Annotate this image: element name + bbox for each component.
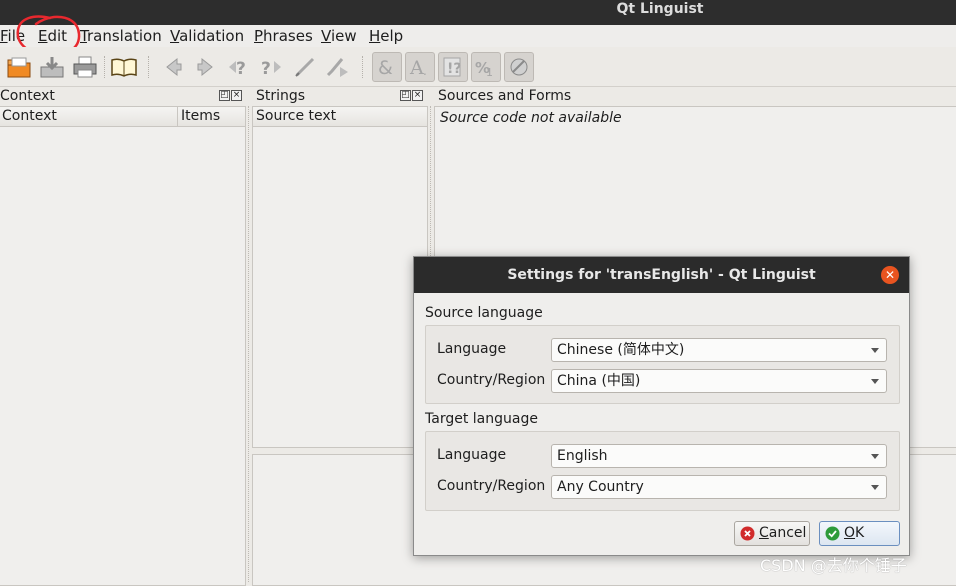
target-language-label: Language — [437, 447, 507, 463]
cancel-label: ancel — [768, 525, 807, 541]
previous-icon[interactable] — [158, 52, 188, 82]
target-country-value: Any Country — [557, 479, 644, 495]
menu-bar: File Edit Translation Validation Phrases… — [0, 25, 956, 47]
source-language-combo[interactable]: Chinese (简体中文) — [551, 338, 887, 362]
menu-view[interactable]: View — [321, 26, 357, 46]
splitter-handle[interactable] — [248, 106, 251, 582]
dropdown-arrow-icon — [871, 348, 879, 353]
ok-mnemonic: O — [844, 525, 856, 541]
target-language-group-label: Target language — [425, 411, 538, 427]
dropdown-arrow-icon — [871, 454, 879, 459]
menu-help-mnemonic: H — [369, 27, 381, 45]
menu-validation-mnemonic: V — [170, 27, 180, 45]
next-unfinished-icon[interactable]: ? — [257, 52, 287, 82]
svg-text:.: . — [423, 64, 427, 78]
menu-view-label: iew — [330, 27, 357, 45]
source-language-value: Chinese (简体中文) — [557, 342, 685, 358]
menu-help[interactable]: Help — [369, 26, 403, 46]
context-column-header[interactable]: Context — [2, 108, 57, 124]
source-language-group-label: Source language — [425, 305, 543, 321]
svg-text:?: ? — [236, 59, 246, 79]
toolbar-separator — [104, 56, 106, 78]
target-country-label: Country/Region — [437, 478, 546, 494]
window-titlebar: Qt Linguist — [0, 0, 956, 25]
menu-phrases-label: hrases — [263, 27, 313, 45]
close-icon[interactable]: × — [412, 90, 423, 101]
context-list[interactable]: Context Items — [0, 106, 246, 586]
ok-button[interactable]: OK — [819, 521, 900, 546]
strings-pane-controls: ◰ × — [400, 90, 423, 101]
menu-translation[interactable]: Translation — [80, 26, 162, 46]
phrase-matches-icon[interactable]: !? — [438, 52, 468, 82]
dropdown-arrow-icon — [871, 485, 879, 490]
settings-dialog: Settings for 'transEnglish' - Qt Linguis… — [413, 256, 910, 556]
prev-unfinished-icon[interactable]: ? — [224, 52, 254, 82]
sources-pane-title: Sources and Forms — [438, 88, 572, 104]
menu-phrases-mnemonic: P — [254, 27, 264, 45]
svg-text:A: A — [409, 57, 424, 79]
punctuation-icon[interactable]: A. — [405, 52, 435, 82]
items-column-header[interactable]: Items — [181, 107, 220, 126]
done-and-next-icon[interactable] — [323, 52, 353, 82]
phrase-book-icon[interactable] — [109, 52, 139, 82]
cancel-icon — [740, 526, 755, 541]
open-icon[interactable] — [4, 52, 34, 82]
float-icon[interactable]: ◰ — [400, 90, 411, 101]
source-language-group: Language Chinese (简体中文) Country/Region C… — [425, 325, 900, 404]
strings-table-header: Source text — [253, 107, 427, 127]
toolbar-separator — [148, 56, 150, 78]
surrounding-whitespace-icon[interactable] — [504, 52, 534, 82]
source-country-value: China (中国) — [557, 373, 641, 389]
target-language-group: Language English Country/Region Any Coun… — [425, 431, 900, 511]
svg-text:&: & — [378, 57, 393, 79]
watermark: CSDN @去你个锤子 — [760, 556, 907, 575]
cancel-mnemonic: C — [759, 525, 769, 541]
context-pane-title: Context — [0, 88, 55, 104]
source-country-label: Country/Region — [437, 372, 546, 388]
strings-pane-title: Strings — [256, 88, 306, 104]
context-pane-controls: ◰ × — [219, 90, 242, 101]
done-icon[interactable] — [290, 52, 320, 82]
menu-validation[interactable]: Validation — [170, 26, 244, 46]
toolbar: ? ? & A. !? % 1 — [0, 47, 956, 87]
source-text-column-header[interactable]: Source text — [256, 108, 336, 124]
menu-translation-label: ranslation — [86, 27, 162, 45]
save-icon[interactable] — [37, 52, 67, 82]
dropdown-arrow-icon — [871, 379, 879, 384]
ok-label: K — [855, 525, 865, 541]
source-language-label: Language — [437, 341, 507, 357]
svg-text:1: 1 — [486, 66, 493, 79]
dialog-title: Settings for 'transEnglish' - Qt Linguis… — [507, 267, 816, 283]
cancel-button[interactable]: Cancel — [734, 521, 810, 546]
menu-file-mnemonic: F — [0, 27, 8, 45]
print-icon[interactable] — [70, 52, 100, 82]
svg-text:!?: !? — [447, 61, 462, 77]
menu-validation-label: alidation — [179, 27, 245, 45]
window-title: Qt Linguist — [616, 1, 704, 17]
toolbar-separator — [362, 56, 364, 78]
strings-list[interactable]: Source text — [252, 106, 428, 448]
close-icon[interactable]: ✕ — [881, 266, 899, 284]
close-icon[interactable]: × — [231, 90, 242, 101]
float-icon[interactable]: ◰ — [219, 90, 230, 101]
svg-text:?: ? — [261, 59, 271, 79]
context-table-header: Context Items — [0, 107, 245, 127]
target-country-combo[interactable]: Any Country — [551, 475, 887, 499]
menu-phrases[interactable]: Phrases — [254, 26, 313, 46]
menu-help-label: elp — [380, 27, 404, 45]
accelerators-icon[interactable]: & — [372, 52, 402, 82]
column-separator[interactable] — [177, 107, 178, 127]
source-unavailable-message: Source code not available — [440, 110, 622, 126]
next-icon[interactable] — [191, 52, 221, 82]
check-icon — [825, 526, 840, 541]
place-markers-icon[interactable]: % 1 — [471, 52, 501, 82]
menu-view-mnemonic: V — [321, 27, 331, 45]
source-country-combo[interactable]: China (中国) — [551, 369, 887, 393]
target-language-combo[interactable]: English — [551, 444, 887, 468]
target-language-value: English — [557, 448, 608, 464]
dialog-titlebar: Settings for 'transEnglish' - Qt Linguis… — [414, 257, 909, 293]
